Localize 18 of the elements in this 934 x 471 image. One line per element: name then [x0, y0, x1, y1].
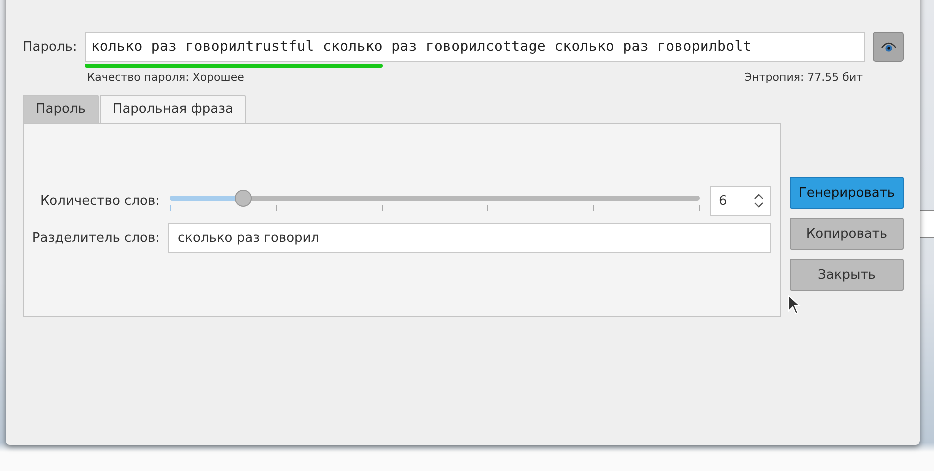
- generate-button[interactable]: Генерировать: [790, 177, 904, 209]
- word-count-label: Количество слов:: [39, 194, 160, 208]
- separator-label: Разделитель слов:: [32, 230, 160, 246]
- tab[interactable]: Пароль: [23, 95, 99, 123]
- show-password-button[interactable]: [873, 32, 904, 62]
- separator-field[interactable]: сколько раз говорил: [168, 223, 771, 253]
- quality-text: Качество пароля: Хорошее: [87, 71, 244, 84]
- entropy-text: Энтропия: 77.55 бит: [744, 71, 864, 84]
- eye-icon: [880, 41, 896, 53]
- tab[interactable]: Парольная фраза: [100, 95, 246, 123]
- action-button[interactable]: Копировать: [790, 218, 904, 250]
- word-count-spinbox[interactable]: 6: [710, 186, 771, 216]
- spin-arrows-icon: [754, 194, 764, 208]
- slider-thumb[interactable]: [234, 190, 252, 207]
- password-label: Пароль:: [23, 39, 78, 55]
- password-field[interactable]: колько раз говорилtrustful сколько раз говорилcottage сколько раз говорилbolt: [85, 32, 866, 62]
- action-button[interactable]: Закрыть: [790, 259, 904, 291]
- mouse-cursor-icon: [788, 295, 802, 315]
